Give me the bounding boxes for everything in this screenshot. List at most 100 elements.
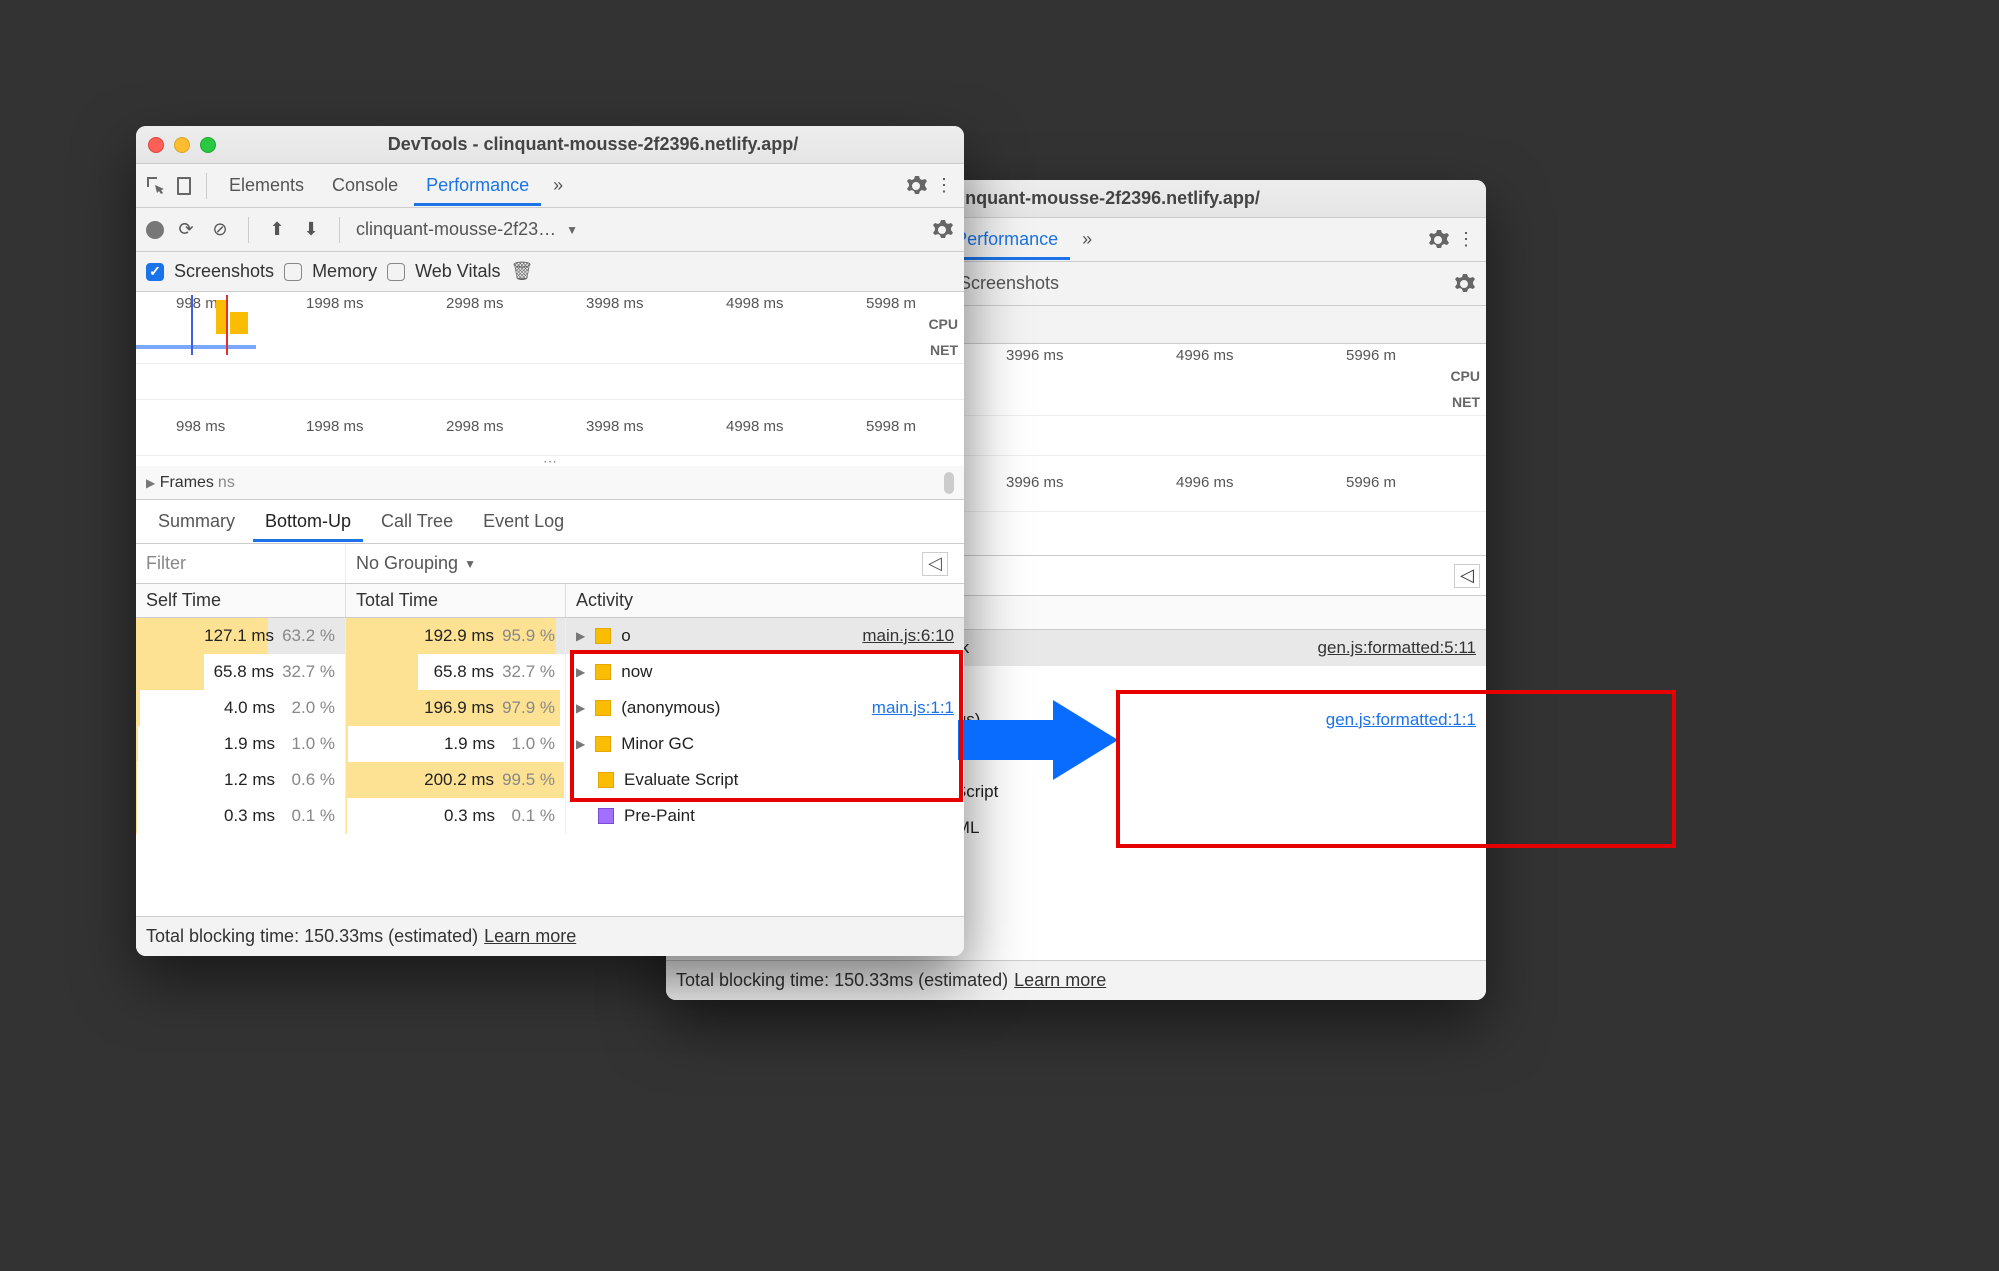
activity-name: Evaluate Script xyxy=(624,770,738,790)
activity-color-icon xyxy=(598,808,614,824)
table-row[interactable]: 65.8 ms 32.7 % 65.8 ms 32.7 % ▶ now xyxy=(136,654,964,690)
gear-icon[interactable] xyxy=(904,174,928,198)
subtab-bottomup[interactable]: Bottom-Up xyxy=(253,501,363,542)
col-total[interactable]: Total Time xyxy=(346,584,566,617)
arrow-icon xyxy=(958,695,1123,785)
screenshots-checkbox[interactable] xyxy=(146,263,164,281)
activity-name: Pre-Paint xyxy=(624,806,695,826)
cell-self: 1.9 ms 1.0 % xyxy=(136,726,346,762)
reload-icon[interactable]: ⟳ xyxy=(174,218,198,242)
activity-color-icon xyxy=(598,772,614,788)
source-link[interactable]: main.js:6:10 xyxy=(862,626,954,646)
chevron-right-icon[interactable]: ▶ xyxy=(576,737,585,751)
source-link[interactable]: main.js:1:1 xyxy=(872,698,954,718)
chevron-right-icon[interactable]: ▶ xyxy=(576,629,585,643)
timeline-overview-front[interactable]: 998 ms 1998 ms 2998 ms 3998 ms 4998 ms 5… xyxy=(136,292,964,364)
activity-color-icon xyxy=(595,736,611,752)
table-row[interactable]: 1.2 ms 0.6 % 200.2 ms 99.5 % Evaluate Sc… xyxy=(136,762,964,798)
activity-name: now xyxy=(621,662,652,682)
upload-icon[interactable]: ⬆ xyxy=(265,218,289,242)
cell-activity: ▶ o main.js:6:10 xyxy=(566,618,964,654)
cell-activity: ▶ now xyxy=(566,654,964,690)
tabs-overflow-icon[interactable]: » xyxy=(545,175,571,196)
table-row[interactable]: 4.0 ms 2.0 % 196.9 ms 97.9 % ▶ (anonymou… xyxy=(136,690,964,726)
scrollbar-thumb[interactable] xyxy=(944,472,954,494)
chevron-right-icon: ▶ xyxy=(146,476,155,490)
footer-front: Total blocking time: 150.33ms (estimated… xyxy=(136,916,964,956)
table-header-front: Self Time Total Time Activity xyxy=(136,584,964,618)
close-window-icon[interactable] xyxy=(148,137,164,153)
cell-self: 65.8 ms 32.7 % xyxy=(136,654,346,690)
activity-name: (anonymous) xyxy=(621,698,720,718)
subtab-calltree[interactable]: Call Tree xyxy=(369,501,465,542)
timeline-ruler-front[interactable]: 998 ms 1998 ms 2998 ms 3998 ms 4998 ms 5… xyxy=(136,400,964,456)
table-row[interactable]: 0.3 ms 0.1 % 0.3 ms 0.1 % Pre-Paint xyxy=(136,798,964,834)
gear-icon[interactable] xyxy=(1452,272,1476,296)
tab-performance[interactable]: Performance xyxy=(414,165,541,206)
perfbar-front: ⟳ ⊘ ⬆ ⬇ clinquant-mousse-2f23… ▼ xyxy=(136,208,964,252)
tab-elements[interactable]: Elements xyxy=(217,165,316,206)
panel-toggle-icon[interactable]: ◁ xyxy=(922,552,948,576)
cell-total: 200.2 ms 99.5 % xyxy=(346,762,566,798)
tabs-overflow-icon[interactable]: » xyxy=(1074,229,1100,250)
devtools-window-front: DevTools - clinquant-mousse-2f2396.netli… xyxy=(136,126,964,956)
memory-label: Memory xyxy=(312,261,377,282)
cell-self: 1.2 ms 0.6 % xyxy=(136,762,346,798)
activity-color-icon xyxy=(595,628,611,644)
cell-total: 0.3 ms 0.1 % xyxy=(346,798,566,834)
learn-more-link-front[interactable]: Learn more xyxy=(484,926,576,947)
kebab-icon[interactable]: ⋮ xyxy=(932,174,956,198)
screenshots-label: Screenshots xyxy=(174,261,274,282)
inspect-icon[interactable] xyxy=(144,174,168,198)
webvitals-checkbox[interactable] xyxy=(387,263,405,281)
source-link[interactable]: gen.js:formatted:1:1 xyxy=(1326,710,1476,730)
filterbar-front: Filter No Grouping ▼ ◁ xyxy=(136,544,964,584)
cell-activity: Evaluate Script xyxy=(566,762,964,798)
footer-text-front: Total blocking time: 150.33ms (estimated… xyxy=(146,926,478,947)
cell-activity: ▶ Minor GC xyxy=(566,726,964,762)
gear-icon[interactable] xyxy=(930,218,954,242)
cell-self: 4.0 ms 2.0 % xyxy=(136,690,346,726)
footer-back: Total blocking time: 150.33ms (estimated… xyxy=(666,960,1486,1000)
col-self[interactable]: Self Time xyxy=(136,584,346,617)
download-icon[interactable]: ⬇ xyxy=(299,218,323,242)
window-controls xyxy=(148,137,216,153)
frames-row[interactable]: ▶ Frames ns xyxy=(136,466,964,500)
col-activity[interactable]: Activity xyxy=(566,584,964,617)
device-toggle-icon[interactable] xyxy=(172,174,196,198)
gear-icon[interactable] xyxy=(1426,228,1450,252)
zoom-window-icon[interactable] xyxy=(200,137,216,153)
activity-name: o xyxy=(621,626,630,646)
grouping-dropdown-icon[interactable]: ▼ xyxy=(464,557,476,571)
source-link[interactable]: gen.js:formatted:5:11 xyxy=(1318,638,1476,658)
learn-more-link-back[interactable]: Learn more xyxy=(1014,970,1106,991)
table-row[interactable]: 1.9 ms 1.0 % 1.9 ms 1.0 % ▶ Minor GC xyxy=(136,726,964,762)
grouping-select[interactable]: No Grouping xyxy=(356,553,458,574)
activity-color-icon xyxy=(595,700,611,716)
tab-console[interactable]: Console xyxy=(320,165,410,206)
cell-total: 1.9 ms 1.0 % xyxy=(346,726,566,762)
clear-icon[interactable]: ⊘ xyxy=(208,218,232,242)
minimize-window-icon[interactable] xyxy=(174,137,190,153)
frames-label: Frames xyxy=(160,474,214,492)
filter-input[interactable]: Filter xyxy=(136,544,346,583)
subtab-summary[interactable]: Summary xyxy=(146,501,247,542)
url-dropdown-icon[interactable]: ▼ xyxy=(566,223,578,237)
cell-activity: ▶ (anonymous) main.js:1:1 xyxy=(566,690,964,726)
cell-self: 127.1 ms 63.2 % xyxy=(136,618,346,654)
record-icon[interactable] xyxy=(146,221,164,239)
cell-total: 192.9 ms 95.9 % xyxy=(346,618,566,654)
titlebar-front: DevTools - clinquant-mousse-2f2396.netli… xyxy=(136,126,964,164)
table-row[interactable]: 127.1 ms 63.2 % 192.9 ms 95.9 % ▶ o main… xyxy=(136,618,964,654)
trash-icon[interactable]: 🗑 xyxy=(510,261,533,282)
chevron-right-icon[interactable]: ▶ xyxy=(576,665,585,679)
chevron-right-icon[interactable]: ▶ xyxy=(576,701,585,715)
kebab-icon[interactable]: ⋮ xyxy=(1454,228,1478,252)
window-title-front: DevTools - clinquant-mousse-2f2396.netli… xyxy=(234,134,952,155)
checkbar-front: Screenshots Memory Web Vitals 🗑 xyxy=(136,252,964,292)
panel-toggle-icon[interactable]: ◁ xyxy=(1454,564,1480,588)
cell-total: 65.8 ms 32.7 % xyxy=(346,654,566,690)
memory-checkbox[interactable] xyxy=(284,263,302,281)
url-short-front[interactable]: clinquant-mousse-2f23… xyxy=(356,219,556,240)
subtab-eventlog[interactable]: Event Log xyxy=(471,501,576,542)
